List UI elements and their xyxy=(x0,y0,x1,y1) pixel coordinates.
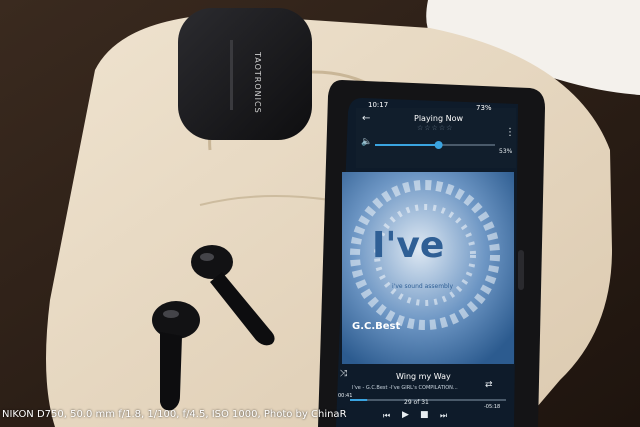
phone-side-button xyxy=(518,250,524,290)
track-remaining: -05:18 xyxy=(484,404,501,410)
track-position: 29 of 31 xyxy=(404,399,429,406)
volume-percent: 53% xyxy=(499,148,513,155)
status-time: 10:17 xyxy=(368,101,389,109)
stop-button[interactable]: ■ xyxy=(420,410,429,420)
status-battery: 73% xyxy=(476,104,492,112)
previous-button[interactable]: ⏮ xyxy=(383,411,390,421)
track-artist-album: I've - G.C.Best -I've GIRL's COMPILATION… xyxy=(352,385,458,391)
photo-scene: TAOTRONICS xyxy=(0,0,640,427)
more-menu-icon[interactable]: ⋮ xyxy=(505,127,515,138)
volume-knob[interactable] xyxy=(434,141,443,149)
album-art xyxy=(342,172,514,364)
earbud-case-lid-seam xyxy=(230,40,233,110)
album-logo: I've xyxy=(372,225,445,266)
page-title: Playing Now xyxy=(414,114,464,123)
back-arrow-icon[interactable]: ← xyxy=(362,113,370,124)
next-button[interactable]: ⏭ xyxy=(440,411,447,421)
photo-caption: NIKON D750, 50.0 mm f/1.8, 1/100, f/4.5,… xyxy=(2,409,347,420)
play-button[interactable]: ▶ xyxy=(402,410,409,420)
track-elapsed: 00:41 xyxy=(338,393,353,399)
earbud-case xyxy=(178,8,312,140)
track-title: Wing my Way xyxy=(396,372,451,381)
speaker-icon: 🔈 xyxy=(361,137,373,147)
album-subtitle: i've sound assembly xyxy=(392,283,454,290)
album-tag: G.C.Best xyxy=(352,321,401,332)
repeat-icon[interactable]: ⇄ xyxy=(485,380,493,390)
rating-stars[interactable]: ☆☆☆☆☆ xyxy=(417,124,453,132)
case-brand-text: TAOTRONICS xyxy=(253,51,262,114)
shuffle-icon[interactable]: ⤨ xyxy=(340,369,347,379)
